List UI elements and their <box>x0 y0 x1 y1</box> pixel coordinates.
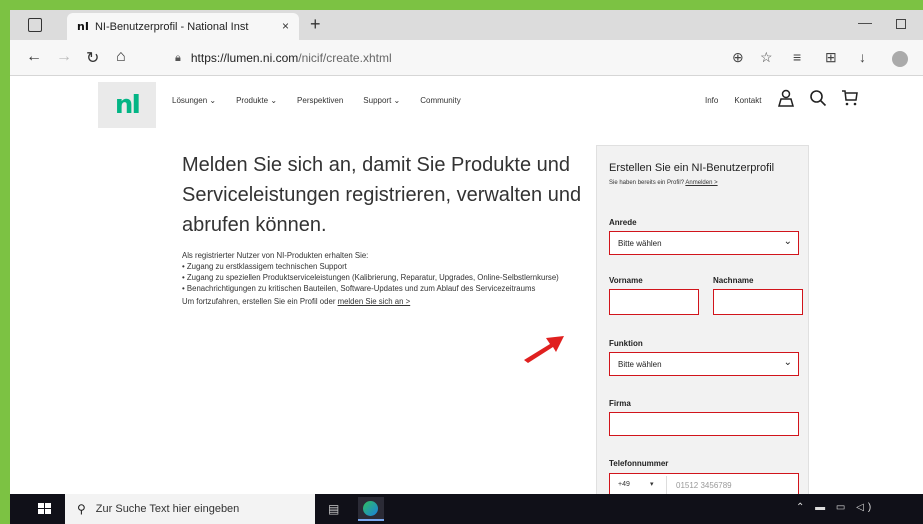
site-header: nI Lösungen ⌄ Produkte ⌄ Perspektiven Su… <box>10 76 923 132</box>
system-tray-icons[interactable]: ⌃ ▬ ▭ ◁) <box>796 502 875 513</box>
list-item: Zugang zu speziellen Produktserviceleist… <box>182 272 582 283</box>
maximize-icon[interactable] <box>896 19 906 29</box>
nav-item-kontakt[interactable]: Kontakt <box>734 96 761 105</box>
anrede-value: Bitte wählen <box>618 239 662 248</box>
minimize-icon[interactable]: — <box>858 14 872 30</box>
list-item: Benachrichtigungen zu kritischen Bauteil… <box>182 283 582 294</box>
chevron-down-icon: ⌄ <box>783 357 792 368</box>
tab-favicon-icon: nI <box>77 20 89 33</box>
nav-item-info[interactable]: Info <box>705 96 718 105</box>
country-code[interactable]: +49 <box>618 481 630 488</box>
search-icon[interactable] <box>809 89 827 112</box>
lock-icon: 🔒︎ <box>175 51 181 64</box>
favorites-list-icon[interactable]: ≡ <box>793 49 801 65</box>
nachname-field[interactable] <box>713 289 803 315</box>
screen: nI NI-Benutzerprofil - National Inst × +… <box>10 10 923 524</box>
ni-logo[interactable]: nI <box>98 82 156 128</box>
divider <box>666 476 667 494</box>
registration-form: Erstellen Sie ein NI-Benutzerprofil Sie … <box>596 145 809 524</box>
vorname-field[interactable] <box>609 289 699 315</box>
benefits-list: Zugang zu erstklassigem technischen Supp… <box>182 261 582 294</box>
red-arrow-icon <box>524 336 564 363</box>
funktion-label: Funktion <box>609 339 643 348</box>
windows-taskbar: ⚲ Zur Suche Text hier eingeben ▤ ⌃ ▬ ▭ ◁… <box>10 494 923 524</box>
back-icon[interactable]: ← <box>26 48 42 66</box>
browser-tab-bar: nI NI-Benutzerprofil - National Inst × +… <box>10 10 923 40</box>
funktion-select[interactable]: Bitte wählen ⌄ <box>609 352 799 376</box>
continue-text: Um fortzufahren, erstellen Sie ein Profi… <box>182 297 582 306</box>
zoom-icon[interactable]: ⊕ <box>732 49 744 66</box>
continue-label: Um fortzufahren, erstellen Sie ein Profi… <box>182 297 336 306</box>
favorite-star-icon[interactable]: ☆ <box>760 49 773 66</box>
new-tab-button[interactable]: + <box>310 14 321 35</box>
form-subtitle: Sie haben bereits ein Profil? Anmelden > <box>609 180 796 186</box>
downloads-icon[interactable]: ↓ <box>859 49 866 65</box>
telefon-label: Telefonnummer <box>609 459 669 468</box>
nav-item-produkte[interactable]: Produkte ⌄ <box>236 96 277 105</box>
taskbar-search-input[interactable]: ⚲ Zur Suche Text hier eingeben <box>65 494 315 524</box>
right-nav: Info Kontakt <box>705 89 873 112</box>
intro-section: Melden Sie sich an, damit Sie Produkte u… <box>182 150 582 306</box>
reload-icon[interactable]: ↻ <box>86 48 99 68</box>
form-subtitle-text: Sie haben bereits ein Profil? <box>609 180 685 186</box>
form-title: Erstellen Sie ein NI-Benutzerprofil <box>609 162 775 174</box>
page-title: Melden Sie sich an, damit Sie Produkte u… <box>182 154 582 236</box>
nav-item-support[interactable]: Support ⌄ <box>363 96 400 105</box>
nachname-label: Nachname <box>713 276 754 285</box>
chevron-down-icon: ⌄ <box>783 236 792 247</box>
nav-item-loesungen[interactable]: Lösungen ⌄ <box>172 96 216 105</box>
taskbar-search-placeholder: Zur Suche Text hier eingeben <box>95 503 240 515</box>
funktion-value: Bitte wählen <box>618 360 662 369</box>
edge-browser-icon[interactable] <box>358 497 384 521</box>
profile-avatar-icon[interactable] <box>892 51 908 67</box>
forward-icon[interactable]: → <box>56 48 72 66</box>
anmelden-link[interactable]: Anmelden > <box>685 180 717 186</box>
tab-close-icon[interactable]: × <box>282 19 289 33</box>
country-code-dropdown-icon[interactable]: ▾ <box>650 480 654 488</box>
search-icon: ⚲ <box>77 502 86 516</box>
vorname-label: Vorname <box>609 276 643 285</box>
task-view-icon[interactable]: ▤ <box>328 502 339 516</box>
login-link[interactable]: melden Sie sich an > <box>338 297 411 306</box>
telefon-placeholder: 01512 3456789 <box>676 481 732 490</box>
anrede-select[interactable]: Bitte wählen ⌄ <box>609 231 799 255</box>
nav-item-perspektiven[interactable]: Perspektiven <box>297 96 343 105</box>
url-text: https://lumen.ni.com/nicif/create.xhtml <box>191 51 392 65</box>
firma-field[interactable] <box>609 412 799 436</box>
list-item: Zugang zu erstklassigem technischen Supp… <box>182 261 582 272</box>
address-bar: ← → ↻ ⌂ 🔒︎ https://lumen.ni.com/nicif/cr… <box>10 40 923 76</box>
url-input[interactable]: 🔒︎ https://lumen.ni.com/nicif/create.xht… <box>175 45 715 71</box>
windows-start-icon[interactable] <box>38 503 52 515</box>
tab-title: NI-Benutzerprofil - National Inst <box>94 20 249 33</box>
browser-tab[interactable]: nI NI-Benutzerprofil - National Inst × <box>67 13 299 40</box>
home-icon[interactable]: ⌂ <box>116 48 126 66</box>
url-host: https://lumen.ni.com <box>190 51 299 65</box>
main-nav: Lösungen ⌄ Produkte ⌄ Perspektiven Suppo… <box>172 96 481 105</box>
account-icon[interactable] <box>777 89 795 112</box>
collections-icon[interactable]: ⊞ <box>825 49 837 66</box>
nav-item-community[interactable]: Community <box>420 96 460 105</box>
cart-icon[interactable] <box>841 89 859 112</box>
url-path: /nicif/create.xhtml <box>298 51 392 65</box>
anrede-label: Anrede <box>609 218 637 227</box>
intro-text: Als registrierter Nutzer von NI-Produkte… <box>182 251 369 260</box>
tab-actions-icon[interactable] <box>28 18 42 32</box>
firma-label: Firma <box>609 399 631 408</box>
ni-logo-text: nI <box>114 90 141 120</box>
